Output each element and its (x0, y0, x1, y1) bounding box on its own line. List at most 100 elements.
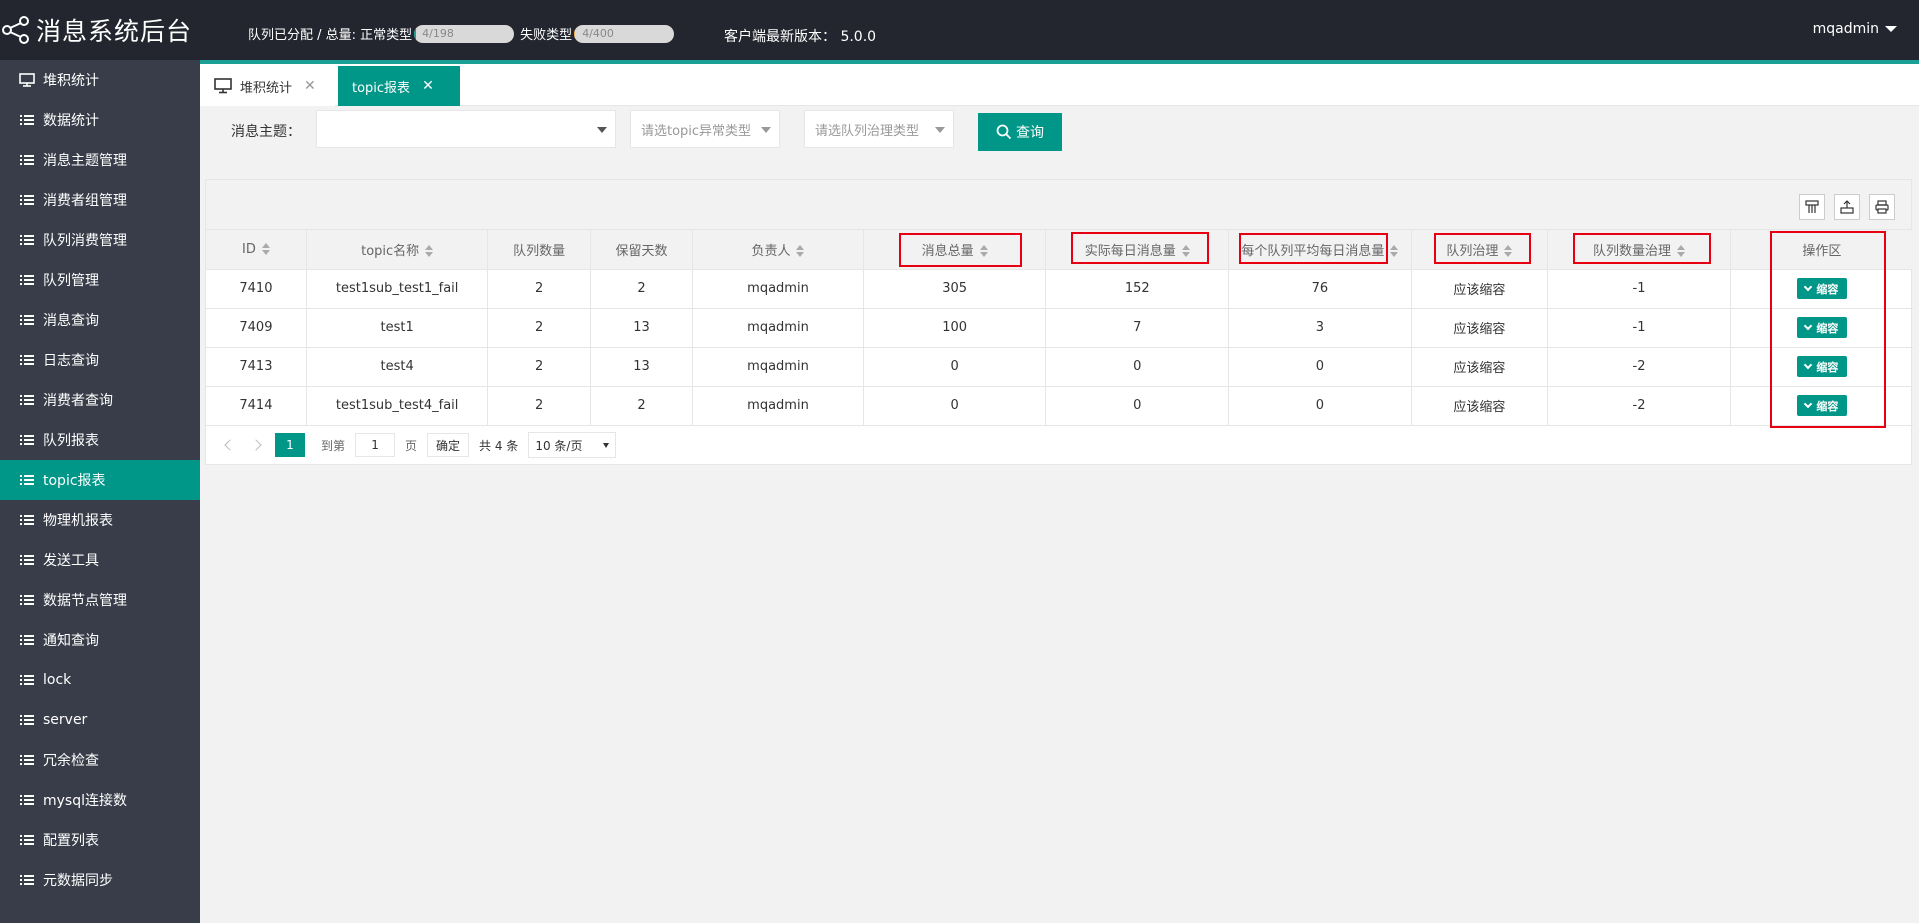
cell-value: 305 (942, 281, 968, 296)
list-icon (20, 155, 34, 165)
table-cell: 应该缩容 (1411, 269, 1549, 309)
shrink-button[interactable]: 缩容 (1796, 317, 1847, 338)
cell-value: test1 (380, 320, 414, 335)
goto-page-input[interactable]: 1 (355, 433, 396, 457)
tab-topic-report[interactable]: topic报表 ✕ (338, 66, 460, 106)
cell-value: 152 (1124, 281, 1150, 296)
column-header[interactable]: ID (206, 230, 307, 270)
table-cell: 2 (487, 386, 591, 426)
table-row: 7410 test1sub_test1_fail 2 2 mqadmin 305 152 76… (206, 269, 1913, 309)
close-icon[interactable]: ✕ (422, 78, 434, 94)
page-label: 页 (405, 438, 418, 453)
sidebar-item-9[interactable]: 队列报表 (0, 420, 200, 460)
table-cell: 2 (590, 386, 694, 426)
query-button-label: 查询 (1016, 125, 1044, 141)
governance-type-select[interactable]: 请选队列治理类型 (804, 110, 954, 148)
sidebar-item-2[interactable]: 消息主题管理 (0, 140, 200, 180)
sidebar-item-8[interactable]: 消费者查询 (0, 380, 200, 420)
abnormal-type-placeholder: 请选topic异常类型 (641, 123, 752, 139)
shrink-button[interactable]: 缩容 (1796, 395, 1847, 416)
column-filter-button[interactable] (1799, 194, 1825, 220)
sidebar-item-18[interactable]: mysql连接数 (0, 780, 200, 820)
abnormal-type-select[interactable]: 请选topic异常类型 (630, 110, 780, 148)
sidebar-item-label: 队列管理 (43, 273, 99, 289)
cell-value: 2 (535, 320, 544, 335)
columns-icon (1805, 200, 1819, 213)
column-header[interactable]: 消息总量 (863, 230, 1047, 270)
sidebar-item-20[interactable]: 元数据同步 (0, 860, 200, 900)
monitor-icon (19, 73, 35, 87)
list-icon (20, 835, 34, 845)
sidebar-item-6[interactable]: 消息查询 (0, 300, 200, 340)
shrink-button[interactable]: 缩容 (1796, 278, 1847, 299)
user-menu[interactable]: mqadmin (1813, 21, 1897, 37)
sidebar-item-16[interactable]: server (0, 700, 200, 740)
tab-label: topic报表 (352, 80, 411, 96)
cell-value: mqadmin (747, 281, 809, 296)
sort-icon[interactable] (796, 245, 805, 258)
print-button[interactable] (1869, 194, 1895, 220)
shrink-button-label: 缩容 (1816, 360, 1839, 374)
column-header[interactable]: 负责人 (692, 230, 864, 270)
sidebar-item-label: 消费者组管理 (43, 193, 127, 209)
cell-value: 7410 (239, 281, 273, 296)
cell-value: 0 (1133, 359, 1142, 374)
table-cell: 0 (1228, 347, 1412, 387)
cell-value: 2 (535, 281, 544, 296)
shrink-button[interactable]: 缩容 (1796, 356, 1847, 377)
table-cell: 0 (1228, 386, 1412, 426)
column-header[interactable]: 实际每日消息量 (1045, 230, 1230, 270)
cell-value: 2 (535, 398, 544, 413)
current-page[interactable]: 1 (275, 433, 305, 457)
sidebar-item-11[interactable]: 物理机报表 (0, 500, 200, 540)
sidebar-item-19[interactable]: 配置列表 (0, 820, 200, 860)
column-header[interactable]: 队列数量治理 (1547, 230, 1731, 270)
sidebar-item-14[interactable]: 通知查询 (0, 620, 200, 660)
tab-backlog-stats[interactable]: 堆积统计 ✕ (200, 66, 335, 106)
sort-icon[interactable] (1677, 245, 1685, 258)
topic-filter-label: 消息主题： (231, 124, 301, 140)
list-icon (20, 275, 34, 285)
sort-icon[interactable] (261, 243, 270, 256)
goto-confirm-button[interactable]: 确定 (427, 433, 470, 457)
sort-icon[interactable] (979, 245, 988, 258)
sidebar-item-10[interactable]: topic报表 (0, 460, 200, 500)
table-cell: 2 (487, 347, 591, 387)
sidebar-item-12[interactable]: 发送工具 (0, 540, 200, 580)
sidebar-item-label: 日志查询 (43, 353, 99, 369)
query-button[interactable]: 查询 (978, 113, 1062, 151)
table-cell: 100 (863, 308, 1047, 348)
sidebar-item-4[interactable]: 队列消费管理 (0, 220, 200, 260)
sort-icon[interactable] (425, 245, 434, 258)
sidebar-item-1[interactable]: 数据统计 (0, 100, 200, 140)
chevron-down-icon (761, 127, 771, 133)
sidebar-item-15[interactable]: lock (0, 660, 200, 700)
column-header[interactable]: topic名称 (306, 230, 489, 270)
chevron-right-icon[interactable] (250, 439, 262, 451)
sidebar-item-3[interactable]: 消费者组管理 (0, 180, 200, 220)
sidebar-item-7[interactable]: 日志查询 (0, 340, 200, 380)
chevron-left-icon[interactable] (224, 439, 236, 451)
chevron-down-icon (1804, 282, 1813, 291)
sort-icon[interactable] (1390, 245, 1399, 258)
table-cell: 缩容 (1730, 308, 1913, 348)
sort-icon[interactable] (1504, 245, 1513, 258)
table-cell: test1 (306, 308, 489, 348)
table-toolbar (206, 180, 1911, 230)
sidebar-item-label: server (43, 712, 88, 728)
sidebar-item-13[interactable]: 数据节点管理 (0, 580, 200, 620)
sidebar-item-0[interactable]: 堆积统计 (0, 60, 200, 100)
pagination: 1 到第 1 页 确定 共 4 条 10 条/页 (206, 424, 1913, 466)
topic-select[interactable] (316, 110, 616, 148)
app-logo[interactable]: 消息系统后台 (0, 8, 192, 52)
close-icon[interactable]: ✕ (304, 78, 316, 94)
column-header[interactable]: 每个队列平均每日消息量 (1228, 230, 1412, 270)
sort-icon[interactable] (1181, 245, 1190, 258)
sidebar-item-17[interactable]: 冗余检查 (0, 740, 200, 780)
column-header[interactable]: 队列治理 (1411, 230, 1549, 270)
list-icon (20, 475, 34, 485)
table-cell: 7414 (206, 386, 307, 426)
export-button[interactable] (1834, 194, 1860, 220)
page-size-select[interactable]: 10 条/页 (528, 432, 617, 458)
sidebar-item-5[interactable]: 队列管理 (0, 260, 200, 300)
